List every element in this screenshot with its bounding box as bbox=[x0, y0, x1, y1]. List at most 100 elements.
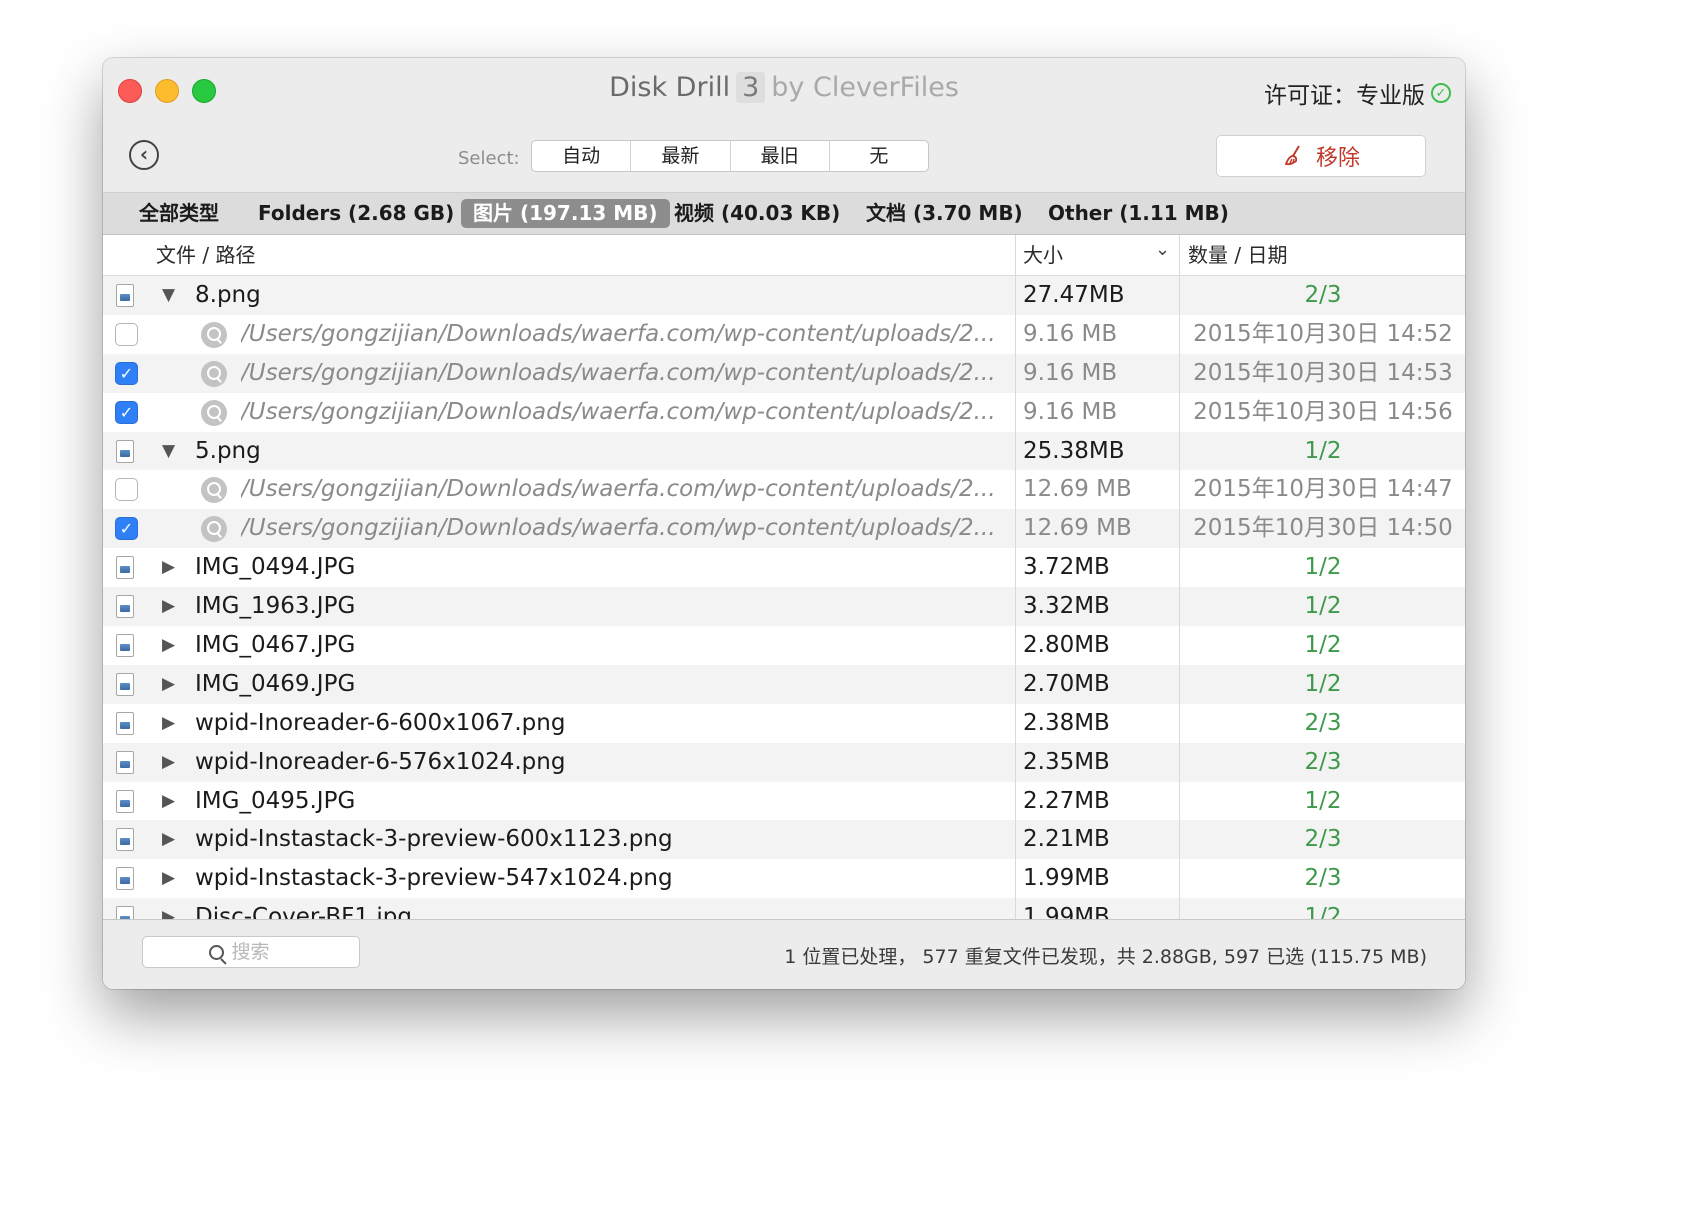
check-circle-icon: ✓ bbox=[1431, 83, 1451, 103]
column-size-header[interactable]: 大小 bbox=[1023, 235, 1063, 275]
select-newest-segment[interactable]: 最新 bbox=[631, 141, 731, 171]
type-filter-bar: 全部类型 Folders (2.68 GB) 图片 (197.13 MB) 视频… bbox=[103, 192, 1465, 235]
file-name: IMG_0495.JPG bbox=[195, 787, 356, 814]
filter-documents[interactable]: 文档 (3.70 MB) bbox=[854, 199, 1035, 228]
duplicate-group-row[interactable]: ▶ wpid-Inoreader-6-600x1067.png 2.38MB 2/3 bbox=[103, 703, 1465, 743]
disclosure-collapsed-icon[interactable]: ▶ bbox=[162, 820, 175, 859]
duplicate-file-row[interactable]: ✓ /Users/gongzijian/Downloads/waerfa.com/… bbox=[103, 509, 1465, 549]
modified-date: 2015年10月30日 14:50 bbox=[1193, 515, 1453, 542]
modified-date: 2015年10月30日 14:52 bbox=[1193, 320, 1453, 347]
filter-images[interactable]: 图片 (197.13 MB) bbox=[461, 199, 670, 228]
back-arrow-icon: ‹ bbox=[139, 142, 149, 166]
sort-descending-icon[interactable]: ⌄ bbox=[1155, 239, 1170, 260]
duplicate-count: 1/2 bbox=[1304, 437, 1342, 464]
group-size: 1.99MB bbox=[1023, 904, 1110, 919]
file-name: 5.png bbox=[195, 437, 261, 464]
duplicate-file-row[interactable]: /Users/gongzijian/Downloads/waerfa.com/w… bbox=[103, 470, 1465, 510]
select-auto-segment[interactable]: 自动 bbox=[532, 141, 632, 171]
app-name: Disk Drill bbox=[609, 72, 731, 103]
file-size: 12.69 MB bbox=[1023, 476, 1132, 503]
disclosure-expanded-icon[interactable]: ▼ bbox=[162, 276, 175, 315]
duplicate-group-row[interactable]: ▶ IMG_0469.JPG 2.70MB 1/2 bbox=[103, 664, 1465, 704]
duplicate-group-row[interactable]: ▼ 8.png 27.47MB 2/3 bbox=[103, 276, 1465, 315]
disclosure-collapsed-icon[interactable]: ▶ bbox=[162, 704, 175, 743]
select-checkbox[interactable]: ✓ bbox=[115, 361, 138, 385]
file-name: IMG_0494.JPG bbox=[195, 554, 356, 581]
disclosure-collapsed-icon[interactable]: ▶ bbox=[162, 665, 175, 704]
filter-other[interactable]: Other (1.11 MB) bbox=[1036, 199, 1241, 228]
modified-date: 2015年10月30日 14:53 bbox=[1193, 359, 1453, 386]
group-size: 2.70MB bbox=[1023, 670, 1110, 697]
file-name: Disc-Cover-BF1.jpg bbox=[195, 904, 412, 919]
app-vendor: by CleverFiles bbox=[771, 72, 959, 103]
disclosure-collapsed-icon[interactable]: ▶ bbox=[162, 898, 175, 919]
app-version-badge: 3 bbox=[736, 72, 766, 103]
duplicate-file-row[interactable]: /Users/gongzijian/Downloads/waerfa.com/w… bbox=[103, 314, 1465, 354]
search-field[interactable] bbox=[142, 936, 360, 968]
group-size: 25.38MB bbox=[1023, 437, 1125, 464]
magnifier-icon[interactable] bbox=[201, 321, 227, 348]
duplicate-count: 2/3 bbox=[1304, 748, 1342, 775]
image-file-icon bbox=[116, 828, 134, 852]
duplicate-group-row[interactable]: ▶ wpid-Instastack-3-preview-600x1123.png 2… bbox=[103, 820, 1465, 860]
duplicate-file-row[interactable]: ✓ /Users/gongzijian/Downloads/waerfa.com/… bbox=[103, 353, 1465, 393]
image-file-icon bbox=[116, 867, 134, 891]
duplicate-group-row[interactable]: ▶ IMG_0495.JPG 2.27MB 1/2 bbox=[103, 781, 1465, 821]
broom-icon bbox=[1284, 145, 1300, 166]
license-status[interactable]: 许可证：专业版 ✓ bbox=[1264, 76, 1451, 110]
duplicate-group-row[interactable]: ▼ 5.png 25.38MB 1/2 bbox=[103, 431, 1465, 471]
file-path: /Users/gongzijian/Downloads/waerfa.com/w… bbox=[241, 359, 996, 386]
image-file-icon bbox=[116, 750, 134, 774]
duplicate-file-row[interactable]: ✓ /Users/gongzijian/Downloads/waerfa.com/… bbox=[103, 392, 1465, 432]
filter-videos[interactable]: 视频 (40.03 KB) bbox=[662, 199, 852, 228]
disclosure-collapsed-icon[interactable]: ▶ bbox=[162, 782, 175, 821]
license-label: 许可证：专业版 bbox=[1264, 83, 1425, 109]
duplicate-group-row[interactable]: ▶ IMG_0494.JPG 3.72MB 1/2 bbox=[103, 548, 1465, 588]
magnifier-icon[interactable] bbox=[201, 516, 227, 543]
magnifier-icon[interactable] bbox=[201, 360, 227, 387]
duplicate-group-row[interactable]: ▶ IMG_0467.JPG 2.80MB 1/2 bbox=[103, 626, 1465, 665]
file-name: IMG_0469.JPG bbox=[195, 670, 356, 697]
file-name: IMG_1963.JPG bbox=[195, 593, 356, 620]
toolbar: ‹ Select: 自动 最新 最旧 无 移除 bbox=[103, 122, 1465, 192]
file-size: 9.16 MB bbox=[1023, 359, 1118, 386]
modified-date: 2015年10月30日 14:56 bbox=[1193, 398, 1453, 425]
disclosure-collapsed-icon[interactable]: ▶ bbox=[162, 548, 175, 587]
back-button[interactable]: ‹ bbox=[129, 140, 159, 170]
remove-button[interactable]: 移除 bbox=[1216, 135, 1426, 177]
magnifier-icon[interactable] bbox=[201, 477, 227, 504]
select-none-segment[interactable]: 无 bbox=[830, 141, 928, 171]
duplicate-count: 1/2 bbox=[1304, 787, 1342, 814]
filter-folders[interactable]: Folders (2.68 GB) bbox=[246, 199, 466, 228]
group-size: 3.32MB bbox=[1023, 593, 1110, 620]
select-oldest-segment[interactable]: 最旧 bbox=[731, 141, 830, 171]
disclosure-collapsed-icon[interactable]: ▶ bbox=[162, 743, 175, 782]
select-checkbox[interactable]: ✓ bbox=[115, 400, 138, 424]
select-checkbox[interactable] bbox=[115, 322, 138, 346]
duplicate-group-row[interactable]: ▶ wpid-Instastack-3-preview-547x1024.png 1… bbox=[103, 859, 1465, 899]
select-checkbox[interactable]: ✓ bbox=[115, 517, 138, 541]
disclosure-collapsed-icon[interactable]: ▶ bbox=[162, 859, 175, 898]
file-name: 8.png bbox=[195, 282, 261, 308]
image-file-icon bbox=[116, 711, 134, 735]
column-name-header[interactable]: 文件 / 路径 bbox=[156, 235, 255, 275]
filter-all-types[interactable]: 全部类型 bbox=[127, 199, 231, 228]
search-icon bbox=[208, 944, 224, 960]
title-bar: Disk Drill 3 by CleverFiles 许可证：专业版 ✓ bbox=[103, 58, 1465, 122]
select-checkbox[interactable] bbox=[115, 478, 138, 502]
file-size: 12.69 MB bbox=[1023, 515, 1132, 542]
column-divider bbox=[1179, 235, 1180, 919]
duplicate-group-row[interactable]: ▶ wpid-Inoreader-6-576x1024.png 2.35MB 2/3 bbox=[103, 742, 1465, 782]
magnifier-icon[interactable] bbox=[201, 399, 227, 426]
disclosure-expanded-icon[interactable]: ▼ bbox=[162, 432, 175, 471]
duplicate-group-row[interactable]: ▶ IMG_1963.JPG 3.32MB 1/2 bbox=[103, 587, 1465, 627]
file-name: wpid-Inoreader-6-600x1067.png bbox=[195, 709, 566, 736]
column-count-date-header[interactable]: 数量 / 日期 bbox=[1188, 235, 1287, 275]
image-file-icon bbox=[116, 634, 134, 658]
file-path: /Users/gongzijian/Downloads/waerfa.com/w… bbox=[241, 320, 996, 347]
duplicate-group-row[interactable]: ▶ Disc-Cover-BF1.jpg 1.99MB 1/2 bbox=[103, 898, 1465, 919]
disclosure-collapsed-icon[interactable]: ▶ bbox=[162, 626, 175, 665]
disclosure-collapsed-icon[interactable]: ▶ bbox=[162, 587, 175, 626]
duplicate-count: 1/2 bbox=[1304, 904, 1342, 919]
search-input[interactable] bbox=[229, 940, 294, 964]
